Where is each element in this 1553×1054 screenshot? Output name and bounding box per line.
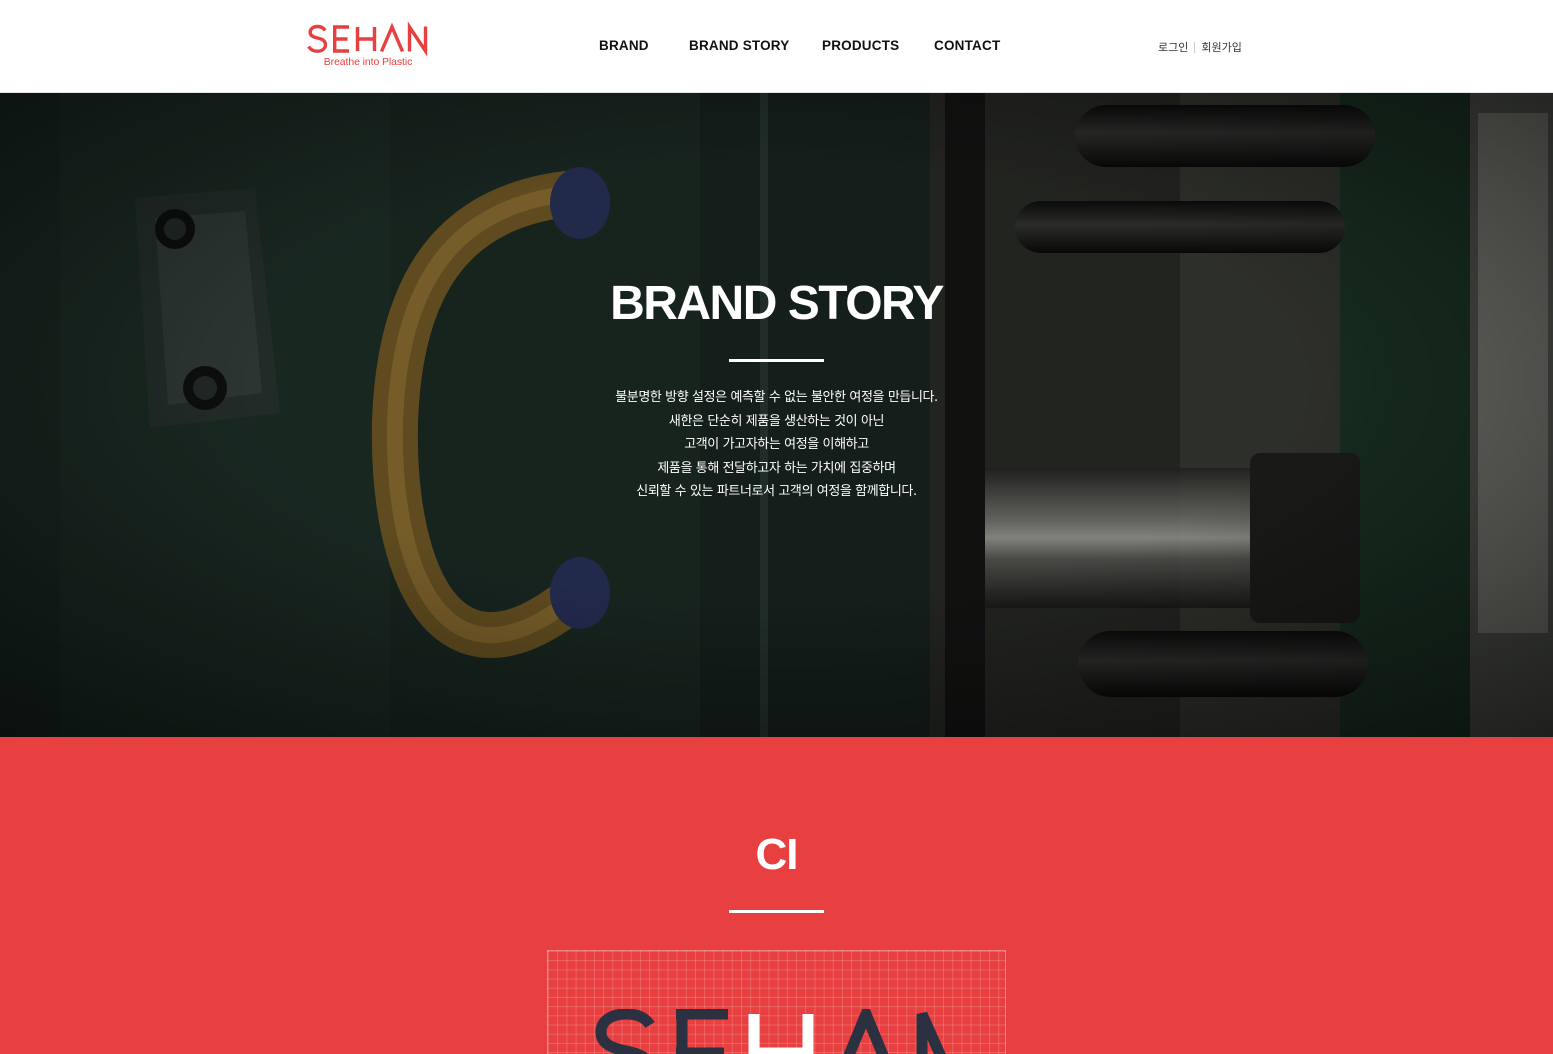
nav-item-products[interactable]: PRODUCTS <box>822 38 899 53</box>
hero-description-line: 불분명한 방향 설정은 예측할 수 없는 불안한 여정을 만듭니다. <box>615 390 938 405</box>
ci-logo-mark <box>595 1009 946 1054</box>
user-links-divider <box>1194 41 1196 53</box>
nav-item-brand[interactable]: BRAND <box>599 38 649 53</box>
hero-description-line: 고객이 가고자하는 여정을 이해하고 <box>684 437 869 452</box>
ci-section: CI <box>0 737 1553 1054</box>
user-links: 로그인 회원가입 <box>1158 40 1242 54</box>
hero-description-line: 새한은 단순히 제품을 생산하는 것이 아닌 <box>668 413 885 429</box>
hero-title: BRAND STORY <box>610 277 944 330</box>
ci-logo-grid <box>547 950 1006 1054</box>
nav-item-contact[interactable]: CONTACT <box>934 38 1000 53</box>
ci-title: CI <box>755 830 799 879</box>
login-link[interactable]: 로그인 <box>1158 39 1188 55</box>
nav-item-brand-story[interactable]: BRAND STORY <box>689 38 789 53</box>
hero-description: 불분명한 방향 설정은 예측할 수 없는 불안한 여정을 만듭니다. 새한은 단… <box>0 386 1553 504</box>
hero-description-line: 신뢰할 수 있는 파트너로서 고객의 여정을 함께합니다. <box>636 484 917 499</box>
brand-story-hero: BRAND STORY 불분명한 방향 설정은 예측할 수 없는 불안한 여정을… <box>0 93 1553 737</box>
main-nav: BRAND BRAND STORY PRODUCTS CONTACT <box>0 0 1553 93</box>
hero-description-line: 제품을 통해 전달하고자 하는 가치에 집중하며 <box>657 460 896 476</box>
hero-title-divider <box>729 359 824 362</box>
ci-title-divider <box>729 910 824 913</box>
site-header: Breathe into Plastic BRAND BRAND STORY P… <box>0 0 1553 93</box>
signup-link[interactable]: 회원가입 <box>1201 39 1241 55</box>
